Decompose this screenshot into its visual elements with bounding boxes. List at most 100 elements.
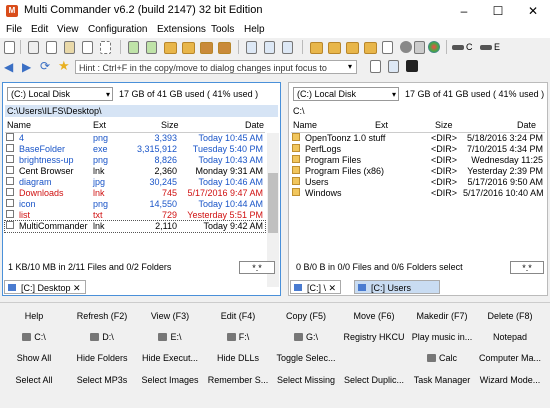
header-name[interactable]: Name (7, 120, 31, 130)
new-file-icon[interactable] (4, 41, 15, 54)
button-2-3[interactable]: Hide DLLs (204, 353, 272, 363)
cut-icon[interactable] (28, 41, 39, 54)
view-icon[interactable] (246, 41, 257, 54)
close-button[interactable]: ✕ (516, 0, 550, 22)
table-row[interactable]: MultiCommander lnk 2,110 Today 9:42 AM (4, 220, 266, 233)
button-1-0[interactable]: C:\ (0, 332, 68, 342)
button-0-3[interactable]: Edit (F4) (204, 311, 272, 321)
header-size[interactable]: Size (435, 120, 453, 130)
button-1-4[interactable]: G:\ (272, 332, 340, 342)
button-1-7[interactable]: Notepad (476, 332, 544, 342)
bookmark-icon[interactable] (328, 42, 341, 54)
button-0-4[interactable]: Copy (F5) (272, 311, 340, 321)
button-2-6[interactable]: Calc (408, 353, 476, 363)
settings-icon[interactable] (414, 41, 425, 54)
maximize-button[interactable]: ☐ (481, 0, 515, 22)
tab-left-desktop[interactable]: [C:] Desktop ✕ (4, 280, 86, 294)
button-0-1[interactable]: Refresh (F2) (68, 311, 136, 321)
menu-help[interactable]: Help (244, 24, 265, 35)
button-0-5[interactable]: Move (F6) (340, 311, 408, 321)
button-3-5[interactable]: Select Duplic... (340, 375, 408, 385)
left-drive-select[interactable]: (C:) Local Disk ▾ (7, 87, 113, 101)
color-wheel-icon[interactable] (428, 41, 440, 53)
compare-icon[interactable] (264, 41, 275, 54)
left-filter[interactable]: *.* (239, 261, 275, 274)
hint-box[interactable]: Hint : Ctrl+F in the copy/move to dialog… (75, 60, 357, 74)
gear-icon[interactable] (400, 41, 412, 53)
console-icon[interactable] (406, 60, 418, 72)
right-path[interactable]: C:\ (291, 105, 545, 117)
button-3-6[interactable]: Task Manager (408, 375, 476, 385)
table-row[interactable]: PerfLogs <DIR> 7/10/2015 4:34 PM (291, 144, 545, 155)
button-3-4[interactable]: Select Missing (272, 375, 340, 385)
chevron-down-icon[interactable]: ▾ (348, 62, 352, 71)
table-row[interactable]: 4 png 3,393 Today 10:45 AM (5, 133, 265, 144)
table-row[interactable]: BaseFolder exe 3,315,912 Tuesday 5:40 PM (5, 144, 265, 155)
folder-new-icon[interactable] (182, 42, 195, 54)
button-3-7[interactable]: Wizard Mode... (476, 375, 544, 385)
notes-icon[interactable] (382, 41, 393, 54)
favorites-icon[interactable] (346, 42, 359, 54)
table-row[interactable]: Program Files <DIR> Wednesday 11:25 (291, 155, 545, 166)
forward-icon[interactable]: ▶ (22, 60, 31, 74)
table-row[interactable]: icon png 14,550 Today 10:44 AM (5, 199, 265, 210)
tab-right-root[interactable]: [C:] \ ✕ (290, 280, 342, 294)
button-1-5[interactable]: Registry HKCU (340, 332, 408, 342)
button-3-1[interactable]: Select MP3s (68, 375, 136, 385)
paste-icon[interactable] (64, 41, 75, 54)
copy-icon[interactable] (46, 41, 57, 54)
menu-file[interactable]: File (6, 24, 22, 35)
zip-icon[interactable] (200, 42, 213, 54)
right-filter[interactable]: *.* (510, 261, 544, 274)
right-drive-select[interactable]: (C:) Local Disk ▾ (293, 87, 399, 101)
header-date[interactable]: Date (517, 120, 536, 130)
button-2-7[interactable]: Computer Ma... (476, 353, 544, 363)
header-date[interactable]: Date (245, 120, 264, 130)
left-path[interactable]: C:\Users\ILFS\Desktop\ (5, 105, 278, 117)
button-2-1[interactable]: Hide Folders (68, 353, 136, 363)
drive-e-icon[interactable] (480, 45, 492, 50)
button-2-2[interactable]: Hide Execut... (136, 353, 204, 363)
button-1-3[interactable]: F:\ (204, 332, 272, 342)
button-3-3[interactable]: Remember S... (204, 375, 272, 385)
button-0-6[interactable]: Makedir (F7) (408, 311, 476, 321)
history-icon[interactable] (364, 42, 377, 54)
minimize-button[interactable]: – (447, 0, 481, 22)
button-1-2[interactable]: E:\ (136, 332, 204, 342)
button-2-0[interactable]: Show All (0, 353, 68, 363)
properties-icon[interactable] (82, 41, 93, 54)
drive-c-icon[interactable] (452, 45, 464, 50)
menu-tools[interactable]: Tools (211, 24, 234, 35)
table-row[interactable]: Cent Browser lnk 2,360 Monday 9:31 AM (5, 166, 265, 177)
table-row[interactable]: diagram jpg 30,245 Today 10:46 AM (5, 177, 265, 188)
folder-icon[interactable] (164, 42, 177, 54)
table-row[interactable]: Program Files (x86) <DIR> Yesterday 2:39 P… (291, 166, 545, 177)
button-0-2[interactable]: View (F3) (136, 311, 204, 321)
table-row[interactable]: list txt 729 Yesterday 5:51 PM (5, 210, 265, 221)
table-row[interactable]: OpenToonz 1.0 stuff <DIR> 5/18/2016 3:24 P… (291, 133, 545, 144)
refresh-icon[interactable]: ⟳ (40, 59, 50, 73)
button-0-7[interactable]: Delete (F8) (476, 311, 544, 321)
header-ext[interactable]: Ext (375, 120, 388, 130)
button-2-4[interactable]: Toggle Selec... (272, 353, 340, 363)
button-1-1[interactable]: D:\ (68, 332, 136, 342)
star-icon[interactable]: ★ (58, 58, 70, 74)
menu-edit[interactable]: Edit (31, 24, 48, 35)
list-view-icon[interactable] (388, 60, 399, 73)
select-icon[interactable] (100, 41, 111, 54)
header-name[interactable]: Name (293, 120, 317, 130)
tab-right-users[interactable]: [C:] Users (354, 280, 440, 294)
drive-e-label[interactable]: E (494, 42, 500, 52)
copy-to-icon[interactable] (128, 41, 139, 54)
header-ext[interactable]: Ext (93, 120, 106, 130)
table-row[interactable]: Downloads lnk 745 5/17/2016 9:47 AM (5, 188, 265, 199)
button-1-6[interactable]: Play music in... (408, 332, 476, 342)
scroll-thumb[interactable] (268, 173, 278, 233)
menu-view[interactable]: View (57, 24, 79, 35)
close-icon[interactable]: ✕ (329, 283, 337, 293)
sync-icon[interactable] (282, 41, 293, 54)
button-3-0[interactable]: Select All (0, 375, 68, 385)
close-icon[interactable]: ✕ (73, 283, 81, 293)
unzip-icon[interactable] (218, 42, 231, 54)
table-row[interactable]: Windows <DIR> 5/17/2016 10:40 AM (291, 188, 545, 199)
